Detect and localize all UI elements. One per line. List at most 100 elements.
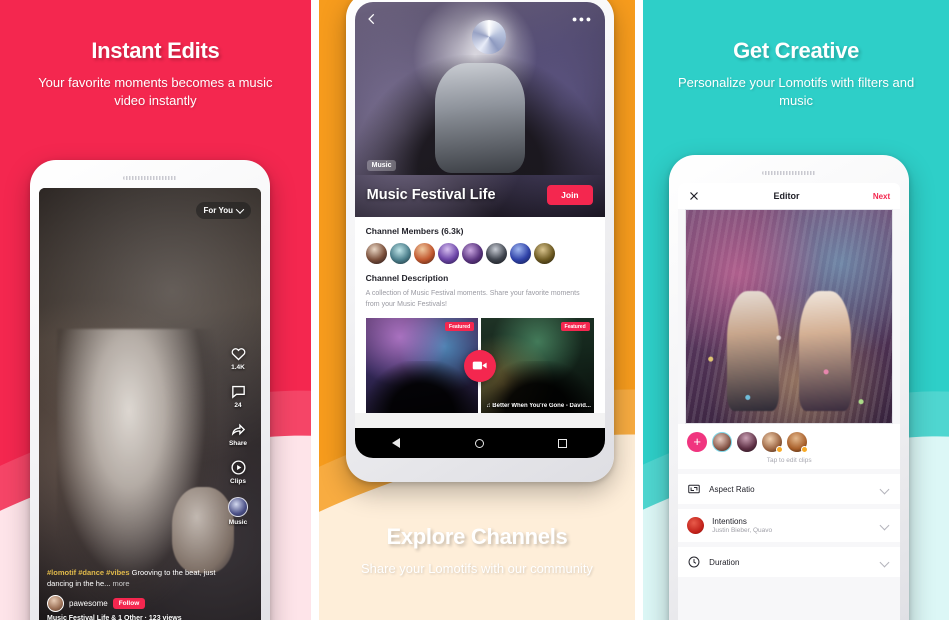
feed-action-rail: 1.4K 24 Share Clips Music [221, 345, 255, 538]
follow-button[interactable]: Follow [112, 598, 146, 609]
page-subtitle: Share your Lomotifs with our community [361, 561, 593, 577]
phone-speaker-grille [123, 176, 177, 180]
join-button[interactable]: Join [547, 185, 593, 205]
featured-badge: Featured [560, 322, 590, 332]
clips-label: Clips [230, 478, 246, 485]
page-title: Instant Edits [91, 38, 220, 63]
category-badge: Music [366, 160, 397, 171]
avatar[interactable] [485, 243, 507, 264]
share-icon [231, 423, 245, 436]
clips-button[interactable]: Clips [221, 459, 255, 485]
avatar[interactable] [509, 243, 531, 264]
feed-caption-block: #lomotif #dance #vibes Grooving to the b… [39, 562, 261, 620]
share-button[interactable]: Share [221, 421, 255, 447]
caption-more-link[interactable]: more [110, 579, 129, 588]
more-options-button[interactable]: ●●● [572, 14, 593, 24]
featured-video-card[interactable]: Featured ♫ Better When You're Gone - Dav… [481, 318, 594, 414]
feed-selector[interactable]: For You [195, 202, 251, 219]
panel-get-creative: Get Creative Personalize your Lomotifs w… [643, 0, 949, 620]
channel-title-row: Music Festival Life Join [355, 185, 605, 205]
page-title: Explore Channels [386, 524, 568, 550]
music-label: Music [228, 519, 248, 526]
share-label: Share [228, 440, 248, 447]
feed-user-row: pawesome Follow [47, 595, 221, 612]
caption-hashtags[interactable]: #lomotif #dance #vibes [47, 568, 130, 577]
add-clip-button[interactable]: + [687, 432, 708, 452]
clip-thumbnail[interactable] [737, 432, 758, 452]
play-circle-icon [230, 460, 246, 475]
chevron-down-icon [879, 557, 890, 567]
video-camera-icon [472, 361, 487, 370]
next-button[interactable]: Next [873, 192, 890, 201]
clip-thumbnail[interactable] [787, 432, 809, 453]
phone-mockup-channel: ●●● Music Music Festival Life Join Chann… [345, 0, 614, 482]
panel-divider-2 [635, 0, 644, 620]
clip-thumbnail[interactable] [712, 432, 733, 452]
circle-home-icon[interactable] [474, 438, 484, 448]
aspect-ratio-icon [688, 484, 700, 494]
row-title: Aspect Ratio [709, 484, 755, 494]
dj-figure [434, 63, 525, 173]
comment-button[interactable]: 24 [221, 383, 255, 409]
headline-block: Get Creative Personalize your Lomotifs w… [643, 38, 949, 110]
channel-views-line: Music Festival Life & 1 Other · 123 view… [47, 615, 182, 620]
clip-badge [776, 446, 784, 453]
like-button[interactable]: 1.4K [221, 345, 255, 371]
crowd-silhouette [365, 361, 479, 414]
panel-explore-channels: ●●● Music Music Festival Life Join Chann… [318, 0, 636, 620]
description-heading: Channel Description [365, 273, 449, 283]
channel-description: A collection of Music Festival moments. … [365, 290, 580, 309]
disco-ball [472, 20, 507, 54]
editor-preview[interactable] [685, 209, 894, 424]
clock-icon [688, 556, 700, 568]
create-video-button[interactable] [463, 349, 496, 382]
row-subtitle: Justin Bieber, Quavo [712, 527, 773, 534]
phone-mockup-feed: For You 1.4K 24 Share Clips Music #lomot… [30, 160, 270, 620]
comment-icon [231, 385, 245, 399]
editor-header: Editor Next [678, 183, 901, 209]
editor-row-duration[interactable]: Duration [678, 547, 901, 577]
channel-screen: ●●● Music Music Festival Life Join Chann… [354, 2, 605, 458]
music-button[interactable]: Music [221, 497, 255, 526]
featured-grid: Featured Featured ♫ Better When You're G… [365, 318, 594, 414]
clip-hint-text: Tap to edit clips [766, 457, 812, 464]
row-text: Duration [709, 558, 873, 567]
back-button[interactable] [365, 12, 379, 31]
heart-icon [231, 348, 245, 361]
triangle-back-icon[interactable] [391, 438, 400, 448]
editor-row-music[interactable]: Intentions Justin Bieber, Quavo [678, 509, 901, 542]
row-title: Intentions [712, 517, 747, 526]
clip-thumbnail[interactable] [762, 432, 784, 453]
avatar[interactable] [413, 243, 435, 264]
row-text: Aspect Ratio [709, 485, 873, 494]
channel-hero-image: ●●● Music Music Festival Life Join [354, 2, 605, 217]
editor-row-aspect-ratio[interactable]: Aspect Ratio [678, 474, 901, 504]
close-icon[interactable] [688, 190, 700, 202]
panel-divider-1 [310, 0, 319, 620]
app-store-screenshot-row: Instant Edits Your favorite moments beco… [0, 0, 949, 620]
username[interactable]: pawesome [69, 599, 108, 608]
music-thumb-icon [687, 517, 705, 534]
featured-video-card[interactable]: Featured [365, 318, 479, 414]
avatar[interactable] [47, 595, 64, 612]
chevron-down-icon [879, 520, 890, 531]
avatar[interactable] [437, 243, 459, 264]
like-count: 1.4K [231, 364, 245, 371]
avatar[interactable] [533, 243, 555, 264]
avatar[interactable] [389, 243, 411, 264]
headline-block: Explore Channels Share your Lomotifs wit… [319, 524, 636, 578]
editor-title: Editor [773, 191, 800, 201]
clip-badge [801, 446, 809, 453]
avatar[interactable] [461, 243, 483, 264]
avatar[interactable] [365, 243, 387, 264]
panel-instant-edits: Instant Edits Your favorite moments beco… [0, 0, 311, 620]
row-text: Intentions Justin Bieber, Quavo [712, 517, 873, 534]
featured-music-label: ♫ Better When You're Gone - David... [486, 403, 591, 410]
comment-count: 24 [234, 402, 242, 409]
square-recents-icon[interactable] [558, 438, 568, 448]
android-nav-bar [354, 428, 605, 458]
editor-screen: Editor Next + Tap to edit clips Aspect R… [678, 183, 901, 620]
channel-title: Music Festival Life [366, 187, 496, 203]
confetti-overlay [686, 210, 893, 423]
page-subtitle: Personalize your Lomotifs with filters a… [677, 75, 915, 108]
